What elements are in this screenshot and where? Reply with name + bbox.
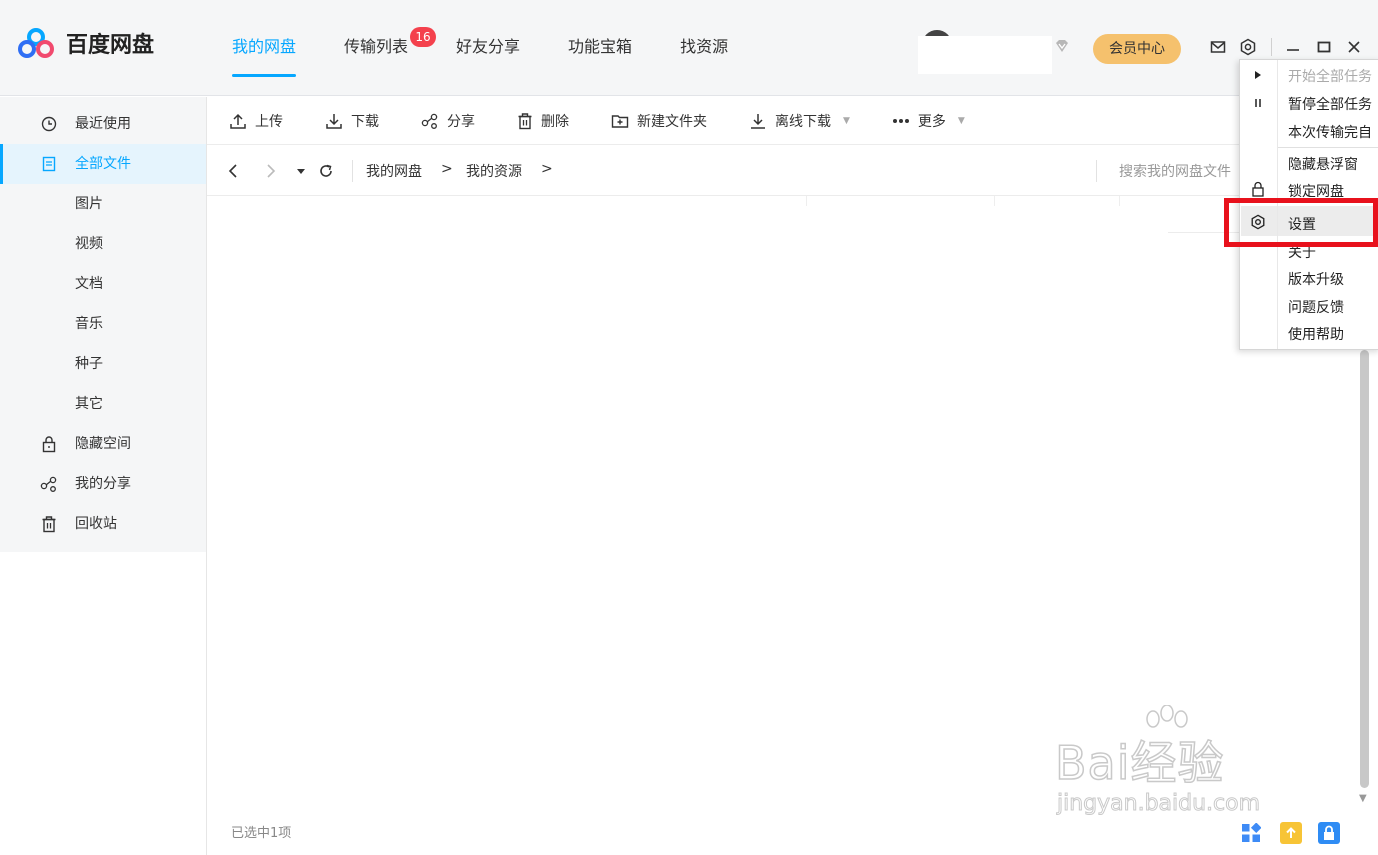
path-divider — [352, 160, 353, 182]
menu-item-upgrade[interactable]: 版本升级 — [1288, 269, 1344, 289]
sidebar-item-torrents[interactable]: 种子 — [0, 344, 206, 384]
main-nav: 我的网盘 传输列表 16 好友分享 功能宝箱 找资源 — [232, 0, 776, 96]
scroll-down-icon[interactable]: ▼ — [1359, 793, 1367, 804]
menu-item-after-transfer[interactable]: 本次传输完自 — [1288, 122, 1372, 142]
header-divider — [1271, 38, 1272, 56]
sidebar-item-images[interactable]: 图片 — [0, 184, 206, 224]
refresh-icon[interactable] — [318, 162, 334, 180]
column-divider — [994, 196, 995, 206]
caret-down-icon[interactable]: ▼ — [843, 116, 850, 126]
share-icon — [421, 113, 438, 129]
download-icon — [751, 113, 765, 129]
vip-center-button[interactable]: 会员中心 — [1093, 34, 1181, 64]
clock-icon — [40, 115, 58, 133]
path-bar: 我的网盘 > 我的资源 > 搜索我的网盘文件 — [207, 146, 1378, 196]
upload-icon — [230, 113, 246, 129]
tab-toolbox[interactable]: 功能宝箱 — [568, 0, 632, 96]
breadcrumb-separator: > — [441, 161, 453, 177]
menu-item-hide-float[interactable]: 隐藏悬浮窗 — [1288, 154, 1358, 174]
apps-grid-icon[interactable] — [1240, 822, 1262, 844]
menu-item-feedback[interactable]: 问题反馈 — [1288, 297, 1344, 317]
selection-status: 已选中1项 — [231, 826, 292, 841]
search-input[interactable]: 搜索我的网盘文件 — [1119, 161, 1231, 181]
watermark-text: Bai经验 — [1054, 735, 1225, 791]
trash-icon — [40, 515, 58, 533]
new-folder-icon — [611, 114, 629, 128]
file-toolbar: 上传 下载 分享 删除 新建文件夹 离线下载 ▼ 更多 ▼ — [207, 97, 1378, 145]
transfer-count-badge: 16 — [410, 27, 437, 47]
sidebar-item-recent[interactable]: 最近使用 — [0, 104, 206, 144]
column-divider — [806, 196, 807, 206]
sidebar-item-recycle-bin[interactable]: 回收站 — [0, 504, 206, 544]
upload-button[interactable]: 上传 — [229, 111, 283, 131]
sidebar-item-music[interactable]: 音乐 — [0, 304, 206, 344]
share-icon — [40, 475, 58, 493]
diamond-icon[interactable] — [1054, 38, 1070, 54]
sidebar-item-other[interactable]: 其它 — [0, 384, 206, 424]
sidebar-item-all-files[interactable]: 全部文件 — [0, 144, 206, 184]
trash-icon — [518, 112, 532, 129]
column-divider — [1119, 196, 1120, 206]
minimize-icon[interactable] — [1283, 37, 1303, 57]
more-button[interactable]: 更多 ▼ — [892, 111, 965, 131]
close-icon[interactable] — [1344, 37, 1364, 57]
breadcrumb-separator: > — [541, 161, 553, 177]
gear-icon[interactable] — [1238, 37, 1258, 57]
download-icon — [326, 113, 342, 129]
breadcrumb-my-resources[interactable]: 我的资源 — [466, 161, 522, 181]
forward-icon[interactable] — [265, 162, 277, 180]
menu-item-start-all[interactable]: 开始全部任务 — [1288, 66, 1372, 86]
breadcrumb-my-disk[interactable]: 我的网盘 — [366, 161, 422, 181]
caret-down-icon[interactable]: ▼ — [958, 116, 965, 126]
document-icon — [40, 155, 58, 173]
upload-float-icon[interactable] — [1280, 822, 1302, 844]
pause-icon — [1250, 95, 1266, 111]
sidebar: 最近使用 全部文件 图片 视频 文档 音乐 种子 其它 隐藏空间 我的分享 回收… — [0, 97, 206, 552]
tab-my-disk[interactable]: 我的网盘 — [232, 0, 297, 96]
content-divider — [206, 97, 207, 855]
lock-float-icon[interactable] — [1318, 822, 1340, 844]
app-logo: 百度网盘 — [18, 27, 154, 59]
tab-find-resources[interactable]: 找资源 — [680, 0, 728, 96]
username-redacted — [918, 36, 1052, 74]
watermark-url: jingyan.baidu.com — [1056, 791, 1261, 817]
history-dropdown-icon[interactable] — [296, 162, 306, 180]
more-icon — [892, 118, 909, 123]
tab-transfer-list[interactable]: 传输列表 16 — [344, 0, 437, 96]
sidebar-item-my-shares[interactable]: 我的分享 — [0, 464, 206, 504]
mail-icon[interactable] — [1208, 37, 1228, 57]
watermark: Bai经验 jingyan.baidu.com — [1054, 705, 1315, 830]
share-button[interactable]: 分享 — [421, 111, 475, 131]
play-icon — [1250, 67, 1266, 83]
sidebar-item-videos[interactable]: 视频 — [0, 224, 206, 264]
back-icon[interactable] — [227, 162, 239, 180]
delete-button[interactable]: 删除 — [517, 111, 569, 131]
download-button[interactable]: 下载 — [325, 111, 379, 131]
sidebar-item-hidden-space[interactable]: 隐藏空间 — [0, 424, 206, 464]
file-list-scrollbar[interactable]: ▼ — [1358, 350, 1374, 810]
sidebar-item-docs[interactable]: 文档 — [0, 264, 206, 304]
menu-divider — [1278, 147, 1378, 148]
app-name: 百度网盘 — [66, 33, 155, 58]
settings-highlight-box — [1224, 198, 1378, 247]
maximize-icon[interactable] — [1314, 37, 1334, 57]
search-divider — [1096, 160, 1097, 182]
offline-download-button[interactable]: 离线下载 ▼ — [749, 111, 850, 131]
cloud-logo-icon — [18, 27, 54, 59]
lock-icon — [1250, 181, 1266, 197]
tab-friend-share[interactable]: 好友分享 — [456, 0, 520, 96]
scrollbar-thumb[interactable] — [1360, 350, 1369, 788]
title-bar: 百度网盘 我的网盘 传输列表 16 好友分享 功能宝箱 找资源 会员中心 — [0, 0, 1378, 96]
lock-icon — [40, 435, 58, 453]
new-folder-button[interactable]: 新建文件夹 — [611, 111, 707, 131]
menu-item-help[interactable]: 使用帮助 — [1288, 324, 1344, 344]
menu-item-pause-all[interactable]: 暂停全部任务 — [1288, 94, 1372, 114]
